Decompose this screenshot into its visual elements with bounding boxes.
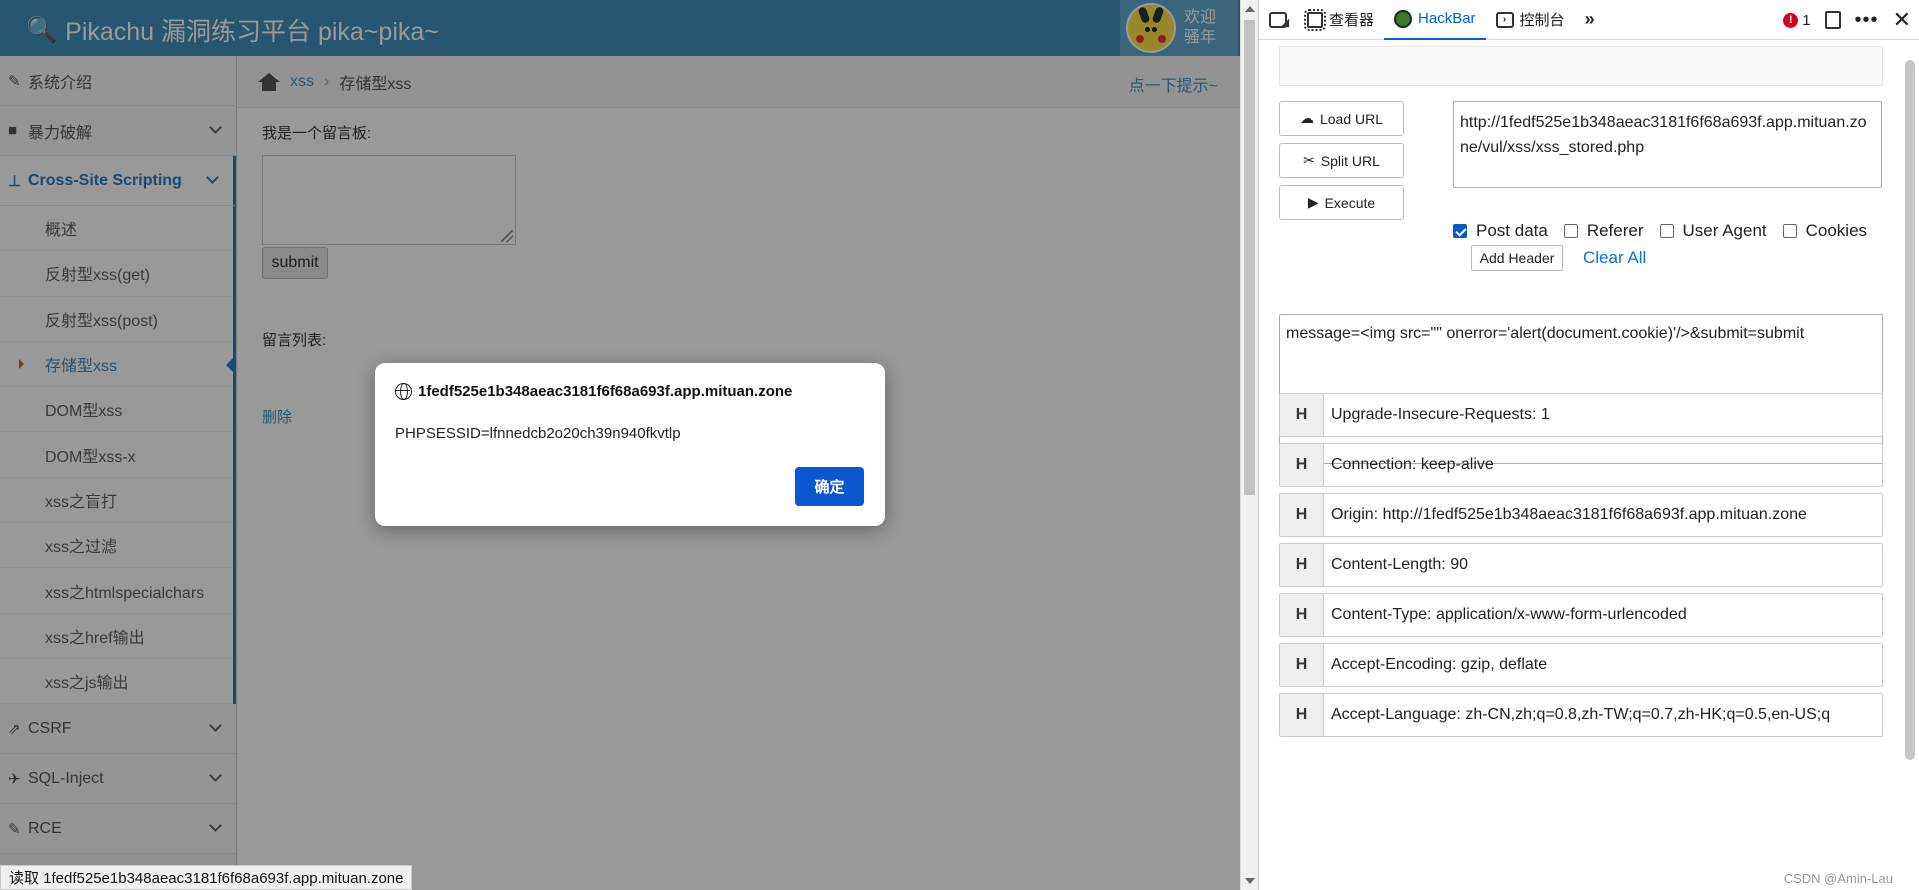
checkbox-box [1659,224,1674,238]
alert-dialog: 1fedf525e1b348aeac3181f6f68a693f.app.mit… [375,363,885,526]
user-agent-checkbox[interactable]: User Agent [1659,221,1767,241]
referer-checkbox[interactable]: Referer [1563,221,1644,241]
alert-title: 1fedf525e1b348aeac3181f6f68a693f.app.mit… [395,383,792,400]
more-tabs-icon[interactable]: » [1575,9,1605,30]
clear-all-link[interactable]: Clear All [1583,248,1646,268]
url-textarea[interactable]: http://1fedf525e1b348aeac3181f6f68a693f.… [1453,101,1882,188]
console-icon: › [1495,11,1514,28]
devtools-actions: ! 1 ••• ✕ [1783,0,1911,40]
cookies-checkbox[interactable]: Cookies [1782,221,1868,241]
header-row[interactable]: H Upgrade-Insecure-Requests: 1 [1279,393,1883,437]
header-value[interactable]: Connection: keep-alive [1324,444,1494,486]
header-value[interactable]: Content-Type: application/x-www-form-url… [1324,594,1687,636]
screen: { "site": { "brand": "Pikachu 漏洞练习平台 pik… [0,0,1919,890]
checkbox-box [1782,224,1797,238]
tab-console[interactable]: › 控制台 [1486,0,1575,40]
hackbar-icon [1394,9,1413,28]
cloud-download-icon: ☁ [1299,110,1314,126]
checkbox-label: Referer [1586,221,1644,240]
button-label: Split URL [1320,152,1380,169]
header-toggle[interactable]: H [1280,394,1324,436]
watermark: CSDN @Amin-Lau [1783,871,1893,886]
tab-label: HackBar [1418,10,1476,27]
scissors-icon: ✂ [1303,152,1315,168]
post-data-checkbox[interactable]: Post data [1453,221,1548,241]
header-toggle[interactable]: H [1280,444,1324,486]
header-toggle[interactable]: H [1280,644,1324,686]
devtools-scrollbar[interactable] [1901,40,1919,890]
header-value[interactable]: Accept-Language: zh-CN,zh;q=0.8,zh-TW;q=… [1324,694,1830,736]
header-row[interactable]: H Accept-Encoding: gzip, deflate [1279,643,1883,687]
header-toggle[interactable]: H [1280,494,1324,536]
tab-label: 查看器 [1329,12,1375,29]
header-value[interactable]: Accept-Encoding: gzip, deflate [1324,644,1547,686]
add-header-button[interactable]: Add Header [1471,245,1563,271]
play-icon: ▶ [1307,194,1319,210]
status-bar: 读取 1fedf525e1b348aeac3181f6f68a693f.app.… [0,865,413,890]
post-data-textarea[interactable]: message=<img src="" onerror='alert(docum… [1279,314,1883,464]
tab-hackbar[interactable]: HackBar [1384,0,1486,40]
scroll-thumb[interactable] [1905,60,1915,760]
header-toggle[interactable]: H [1280,694,1324,736]
error-icon: ! [1783,12,1799,28]
option-checkboxes: Post data Referer User Agent Cookies [1453,221,1883,241]
devtools-panel: 查看器 HackBar › 控制台 » ! 1 ••• ✕ ☁ Load URL [1258,0,1919,890]
close-icon[interactable]: ✕ [1893,9,1911,31]
alert-host: 1fedf525e1b348aeac3181f6f68a693f.app.mit… [418,383,793,400]
header-row[interactable]: H Accept-Language: zh-CN,zh;q=0.8,zh-TW;… [1279,693,1883,737]
checkbox-label: Post data [1476,221,1548,240]
header-value[interactable]: Upgrade-Insecure-Requests: 1 [1324,394,1550,436]
hackbar-toolbar [1279,46,1883,86]
split-url-button[interactable]: ✂ Split URL [1279,143,1404,178]
alert-message: PHPSESSID=lfnnedcb2o20ch39n940fkvtlp [395,425,681,442]
page-scrollbar[interactable] [1240,0,1258,890]
header-row[interactable]: H Origin: http://1fedf525e1b348aeac3181f… [1279,493,1883,537]
more-options-icon[interactable]: ••• [1855,10,1879,30]
header-value[interactable]: Origin: http://1fedf525e1b348aeac3181f6f… [1324,494,1807,536]
devtools-toolbar: 查看器 HackBar › 控制台 » ! 1 ••• ✕ [1259,0,1919,40]
scroll-thumb[interactable] [1244,20,1255,495]
tab-inspector[interactable]: 查看器 [1297,0,1384,40]
header-row[interactable]: H Content-Type: application/x-www-form-u… [1279,593,1883,637]
execute-button[interactable]: ▶ Execute [1279,185,1404,220]
checkbox-box [1563,224,1578,238]
header-toggle[interactable]: H [1280,544,1324,586]
button-label: Load URL [1319,110,1384,127]
load-url-button[interactable]: ☁ Load URL [1279,101,1404,136]
button-label: Execute [1324,194,1376,211]
dock-icon[interactable] [1824,11,1841,29]
checkbox-label: User Agent [1682,221,1767,240]
error-badge[interactable]: ! 1 [1783,11,1811,29]
globe-icon [395,383,412,400]
picker-icon [1269,11,1287,28]
header-value[interactable]: Content-Length: 90 [1324,544,1468,586]
hackbar-panel: ☁ Load URL ✂ Split URL ▶ Execute http://… [1259,40,1902,890]
header-toggle[interactable]: H [1280,594,1324,636]
tab-label: 控制台 [1519,12,1565,29]
checkbox-box [1453,224,1467,238]
alert-ok-button[interactable]: 确定 [795,467,864,506]
header-row[interactable]: H Connection: keep-alive [1279,443,1883,487]
header-row[interactable]: H Content-Length: 90 [1279,543,1883,587]
checkbox-label: Cookies [1805,221,1868,240]
element-picker-button[interactable] [1259,0,1297,40]
browser-viewport: 🔍 Pikachu 漏洞练习平台 pika~pika~ 欢迎 骚年 ✎ 系统介绍… [0,0,1258,890]
scroll-up-icon[interactable] [1245,6,1255,12]
error-count: 1 [1802,11,1811,29]
scroll-down-icon[interactable] [1245,878,1255,884]
inspector-icon [1304,8,1326,31]
